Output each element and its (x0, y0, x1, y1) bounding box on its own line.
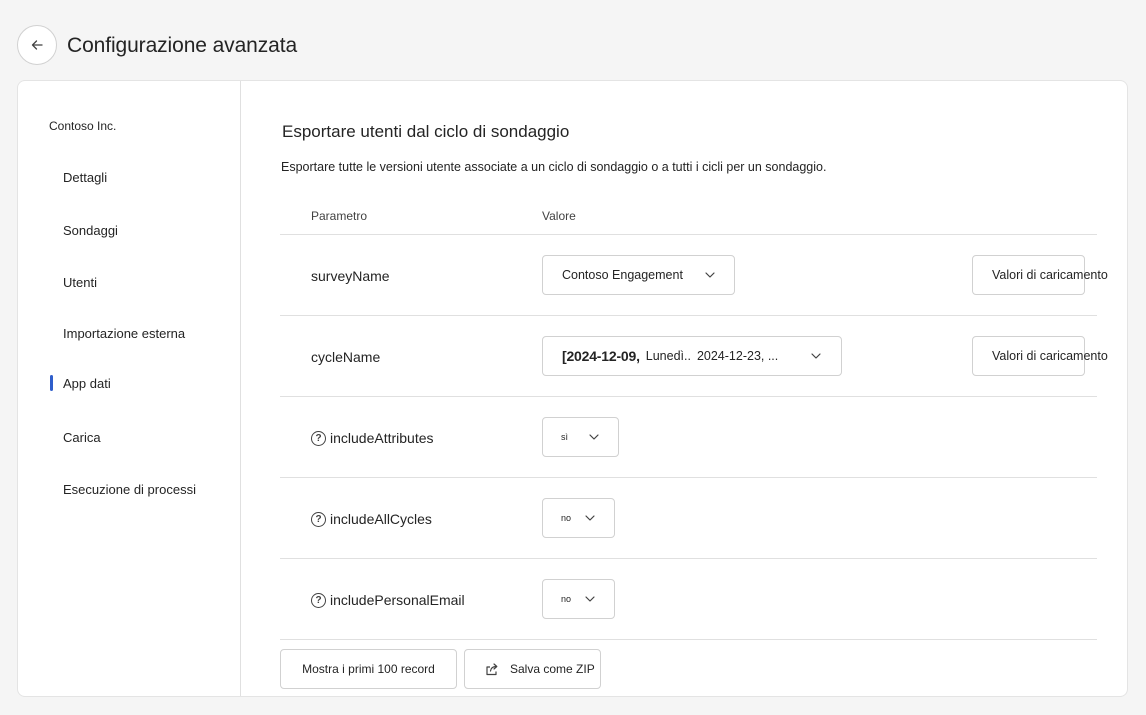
chevron-down-icon (589, 434, 599, 440)
button-label: Mostra i primi 100 record (302, 662, 435, 676)
divider (280, 639, 1097, 640)
param-label: includeAllCycles (330, 511, 432, 527)
param-survey-name: surveyName (311, 268, 390, 284)
dropdown-value: no (561, 594, 572, 604)
param-label: includeAttributes (330, 430, 434, 446)
divider (280, 234, 1097, 235)
sidebar-item-utenti[interactable]: Utenti (63, 275, 97, 290)
column-header-value: Valore (542, 209, 576, 223)
chevron-down-icon (585, 515, 595, 521)
button-label: Salva come ZIP (510, 662, 595, 676)
sidebar-item-importazione-esterna[interactable]: Importazione esterna (63, 326, 185, 341)
include-all-cycles-dropdown[interactable]: no (542, 498, 615, 538)
load-values-button[interactable]: Valori di caricamento (972, 336, 1108, 376)
active-nav-indicator (50, 375, 53, 391)
include-attributes-dropdown[interactable]: sì (542, 417, 619, 457)
org-name: Contoso Inc. (49, 119, 117, 133)
back-button[interactable] (17, 25, 57, 65)
chevron-down-icon (811, 353, 821, 359)
param-include-attributes: ? includeAttributes (311, 430, 434, 446)
dropdown-value: sì (561, 432, 569, 442)
arrow-left-icon (31, 40, 43, 50)
help-icon[interactable]: ? (311, 511, 326, 527)
sidebar-item-esecuzione-processi[interactable]: Esecuzione di processi (63, 482, 196, 497)
dropdown-value-start: [2024-12-09, (562, 348, 640, 364)
sidebar-item-dettagli[interactable]: Dettagli (63, 170, 107, 185)
section-description: Esportare tutte le versioni utente assoc… (281, 160, 827, 174)
help-icon[interactable]: ? (311, 430, 326, 446)
sidebar-item-app-dati[interactable]: App dati (63, 376, 111, 391)
divider (280, 477, 1097, 478)
section-title: Esportare utenti dal ciclo di sondaggio (282, 122, 570, 141)
divider (280, 396, 1097, 397)
load-values-button[interactable]: Valori di caricamento (972, 255, 1108, 295)
cycle-name-dropdown[interactable]: [2024-12-09, Lunedì.. 2024-12-23, ... (542, 336, 842, 376)
sidebar-item-sondaggi[interactable]: Sondaggi (63, 223, 118, 238)
main-content: Esportare utenti dal ciclo di sondaggio … (241, 81, 1127, 696)
include-personal-email-dropdown[interactable]: no (542, 579, 615, 619)
save-as-zip-button[interactable]: Salva come ZIP (464, 649, 601, 689)
chevron-down-icon (705, 272, 715, 278)
dropdown-value: Contoso Engagement (562, 268, 683, 282)
dropdown-value: no (561, 513, 572, 523)
show-first-100-records-button[interactable]: Mostra i primi 100 record (280, 649, 457, 689)
share-icon (486, 663, 498, 676)
divider (280, 558, 1097, 559)
chevron-down-icon (585, 596, 595, 602)
dropdown-value-end: 2024-12-23, ... (696, 349, 779, 363)
param-include-all-cycles: ? includeAllCycles (311, 511, 432, 527)
sidebar-item-carica[interactable]: Carica (63, 430, 101, 445)
dropdown-value-day: Lunedì.. (645, 349, 691, 363)
survey-name-dropdown[interactable]: Contoso Engagement (542, 255, 735, 295)
divider (280, 315, 1097, 316)
param-label: includePersonalEmail (330, 592, 465, 608)
sidebar: Contoso Inc. Dettagli Sondaggi Utenti Im… (18, 81, 241, 696)
page-header: Configurazione avanzata (0, 0, 1146, 80)
column-header-param: Parametro (311, 209, 368, 223)
param-include-personal-email: ? includePersonalEmail (311, 592, 465, 608)
param-label: cycleName (311, 349, 381, 365)
param-cycle-name: cycleName (311, 349, 380, 365)
settings-card: Contoso Inc. Dettagli Sondaggi Utenti Im… (17, 80, 1128, 697)
page-title: Configurazione avanzata (67, 34, 298, 57)
param-label: surveyName (311, 268, 390, 284)
help-icon[interactable]: ? (311, 592, 326, 608)
